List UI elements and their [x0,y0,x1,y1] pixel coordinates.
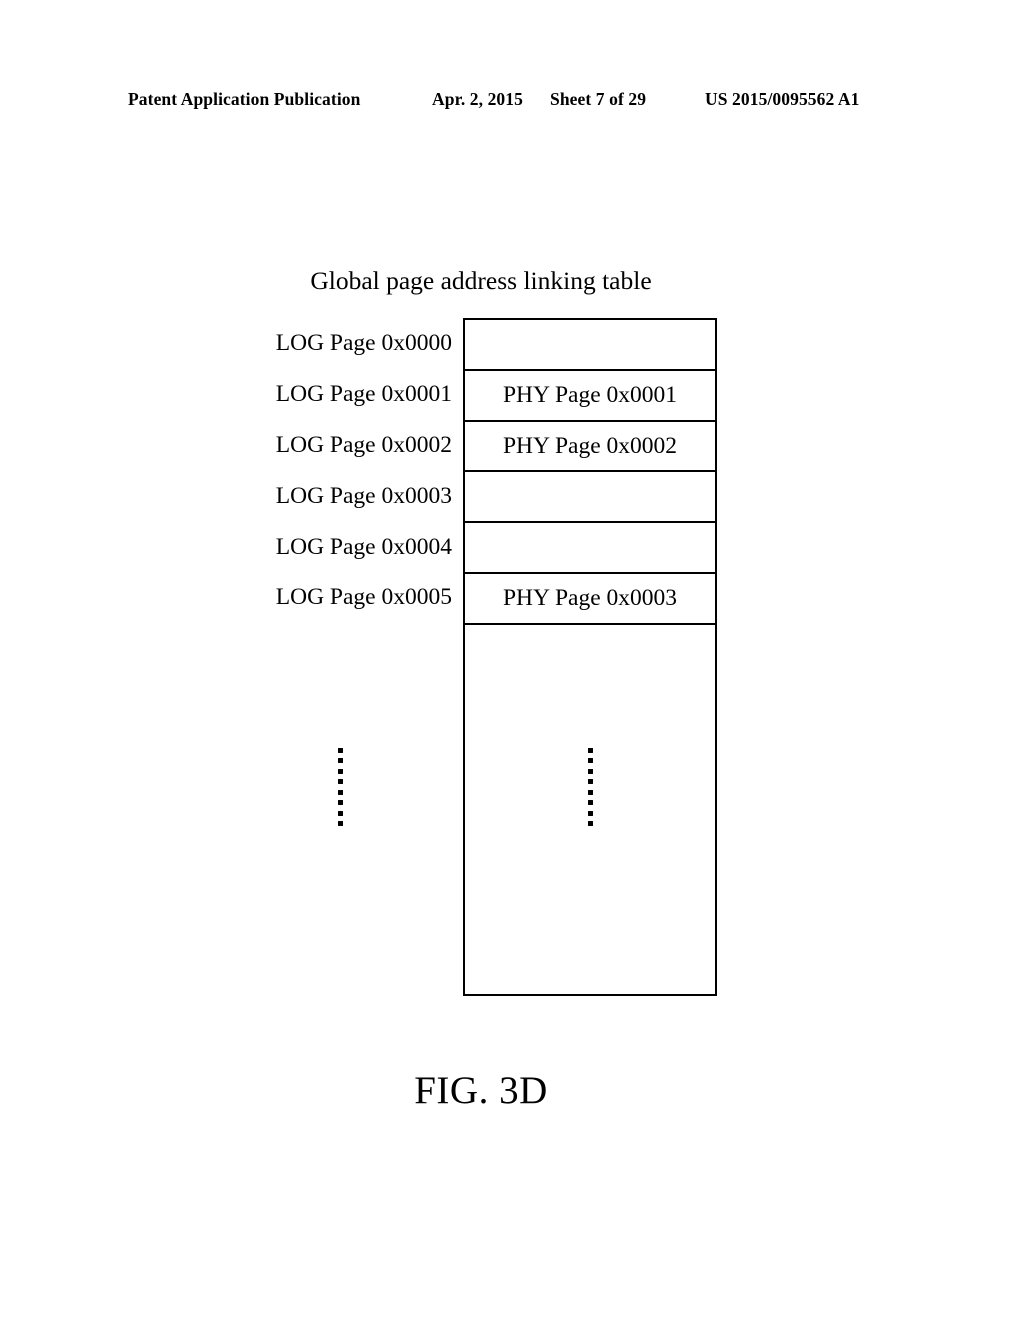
ellipsis-dot [588,768,593,774]
table-row [465,523,715,574]
table-title: Global page address linking table [310,266,652,295]
ellipsis-dot [338,748,343,753]
patent-figure: Global page address linking table LOG Pa… [0,0,1024,1320]
vertical-ellipsis-right-icon [588,748,593,826]
phy-page-cell: PHY Page 0x0002 [502,432,678,459]
ellipsis-dot [338,789,343,795]
log-page-label: LOG Page 0x0002 [275,431,452,458]
log-page-label-column: LOG Page 0x0000 LOG Page 0x0001 LOG Page… [180,318,452,623]
ellipsis-dot [588,821,593,826]
ellipsis-dot [588,800,593,806]
ellipsis-dot [588,779,593,785]
ellipsis-dot [338,779,343,785]
figure-caption: FIG. 3D [414,1069,548,1112]
ellipsis-dot [338,821,343,826]
table-row: PHY Page 0x0001 [465,371,715,422]
ellipsis-dot [588,748,593,753]
global-page-address-linking-table: PHY Page 0x0001 PHY Page 0x0002 PHY Page… [463,318,717,996]
ellipsis-dot [338,758,343,764]
log-page-label: LOG Page 0x0000 [275,330,452,357]
ellipsis-dot [588,758,593,764]
phy-page-cell: PHY Page 0x0003 [502,585,678,612]
ellipsis-dot [338,800,343,806]
phy-page-cell: PHY Page 0x0001 [502,382,678,409]
log-page-label: LOG Page 0x0003 [275,482,452,509]
vertical-ellipsis-left-icon [338,748,343,826]
log-page-label: LOG Page 0x0001 [275,381,452,408]
ellipsis-dot [588,810,593,816]
ellipsis-dot [588,789,593,795]
linking-table-rows: PHY Page 0x0001 PHY Page 0x0002 PHY Page… [465,320,715,625]
log-page-label: LOG Page 0x0004 [275,533,452,560]
log-page-label: LOG Page 0x0005 [275,584,452,611]
ellipsis-dot [338,810,343,816]
table-row [465,320,715,371]
table-row: PHY Page 0x0002 [465,422,715,473]
table-row: PHY Page 0x0003 [465,574,715,625]
ellipsis-dot [338,768,343,774]
table-row [465,472,715,524]
